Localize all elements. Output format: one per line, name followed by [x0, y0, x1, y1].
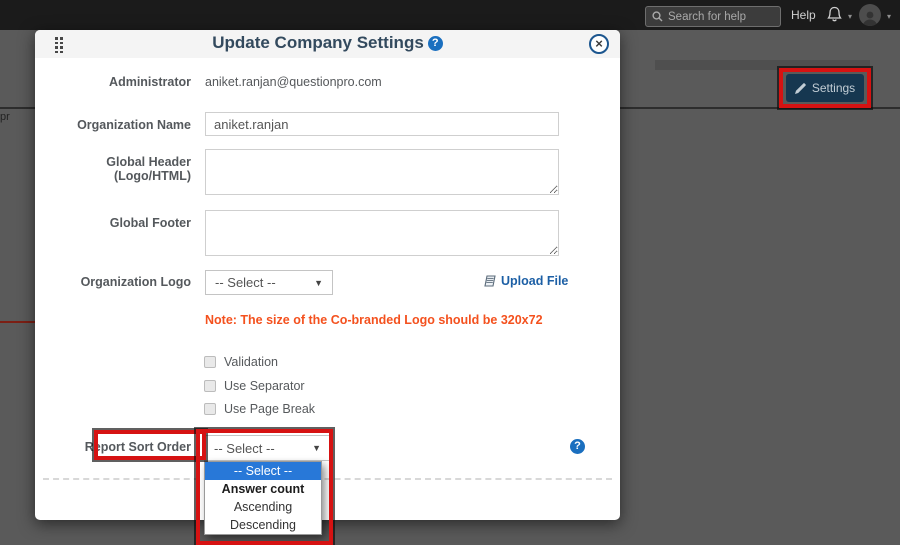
update-company-settings-modal: Update Company Settings? × Administrator… — [35, 30, 620, 520]
validation-checkbox[interactable] — [204, 356, 216, 368]
upload-file-label: Upload File — [501, 274, 568, 288]
administrator-label: Administrator — [45, 75, 191, 89]
use-separator-checkbox-row[interactable]: Use Separator — [204, 379, 305, 393]
use-separator-checkbox[interactable] — [204, 380, 216, 392]
settings-button[interactable]: Settings — [786, 74, 864, 102]
upload-file-icon — [483, 275, 496, 287]
modal-title: Update Company Settings? — [35, 33, 620, 53]
organization-name-label: Organization Name — [45, 118, 191, 132]
global-footer-textarea[interactable] — [205, 210, 559, 256]
select-caret-icon: ▼ — [312, 443, 321, 453]
administrator-value: aniket.ranjan@questionpro.com — [205, 75, 382, 89]
validation-checkbox-row[interactable]: Validation — [204, 355, 278, 369]
organization-logo-select-value: -- Select -- — [215, 275, 276, 290]
dimmed-page-strip — [655, 60, 870, 70]
modal-footer-divider — [43, 478, 612, 480]
global-footer-label: Global Footer — [45, 216, 191, 230]
user-avatar[interactable] — [859, 4, 881, 26]
organization-logo-label: Organization Logo — [45, 275, 191, 289]
title-help-icon[interactable]: ? — [428, 36, 443, 51]
dropdown-option-answer-count[interactable]: Answer count — [205, 480, 321, 498]
use-page-break-checkbox-label: Use Page Break — [224, 402, 315, 416]
select-caret-icon: ▼ — [314, 278, 323, 288]
dropdown-option-ascending[interactable]: Ascending — [205, 498, 321, 516]
search-icon — [652, 11, 663, 22]
dropdown-option-select[interactable]: -- Select -- — [205, 462, 321, 480]
settings-button-label: Settings — [812, 81, 855, 95]
use-page-break-checkbox[interactable] — [204, 403, 216, 415]
search-input[interactable] — [668, 11, 774, 23]
modal-header: Update Company Settings? × — [35, 30, 620, 58]
search-box[interactable] — [645, 6, 781, 27]
upload-file-link[interactable]: Upload File — [483, 274, 568, 288]
logo-size-note: Note: The size of the Co-branded Logo sh… — [205, 313, 543, 327]
dropdown-option-descending[interactable]: Descending — [205, 516, 321, 534]
report-sort-order-select-value: -- Select -- — [214, 441, 275, 456]
close-icon[interactable]: × — [589, 34, 609, 54]
organization-name-input[interactable] — [205, 112, 559, 136]
dimmed-page-red-divider — [0, 321, 35, 323]
pencil-icon — [795, 83, 806, 94]
organization-logo-select[interactable]: -- Select -- ▼ — [205, 270, 333, 295]
notification-bell-icon[interactable] — [826, 6, 843, 29]
account-caret-down-icon[interactable]: ▾ — [887, 12, 891, 21]
report-sort-order-select[interactable]: -- Select -- ▼ — [204, 435, 331, 461]
validation-checkbox-label: Validation — [224, 355, 278, 369]
use-page-break-checkbox-row[interactable]: Use Page Break — [204, 402, 315, 416]
global-header-textarea[interactable] — [205, 149, 559, 195]
help-link[interactable]: Help — [791, 0, 816, 30]
notifications-caret-down-icon[interactable]: ▾ — [848, 12, 852, 21]
clipped-background-text: pr — [0, 111, 10, 123]
global-header-label: Global Header (Logo/HTML) — [45, 155, 191, 183]
report-sort-order-dropdown-list: -- Select -- Answer count Ascending Desc… — [204, 461, 322, 535]
report-sort-order-help-icon[interactable]: ? — [570, 439, 585, 454]
top-bar: Help ▾ ▾ — [0, 0, 900, 30]
use-separator-checkbox-label: Use Separator — [224, 379, 305, 393]
report-sort-order-label: Report Sort Order — [45, 440, 191, 454]
